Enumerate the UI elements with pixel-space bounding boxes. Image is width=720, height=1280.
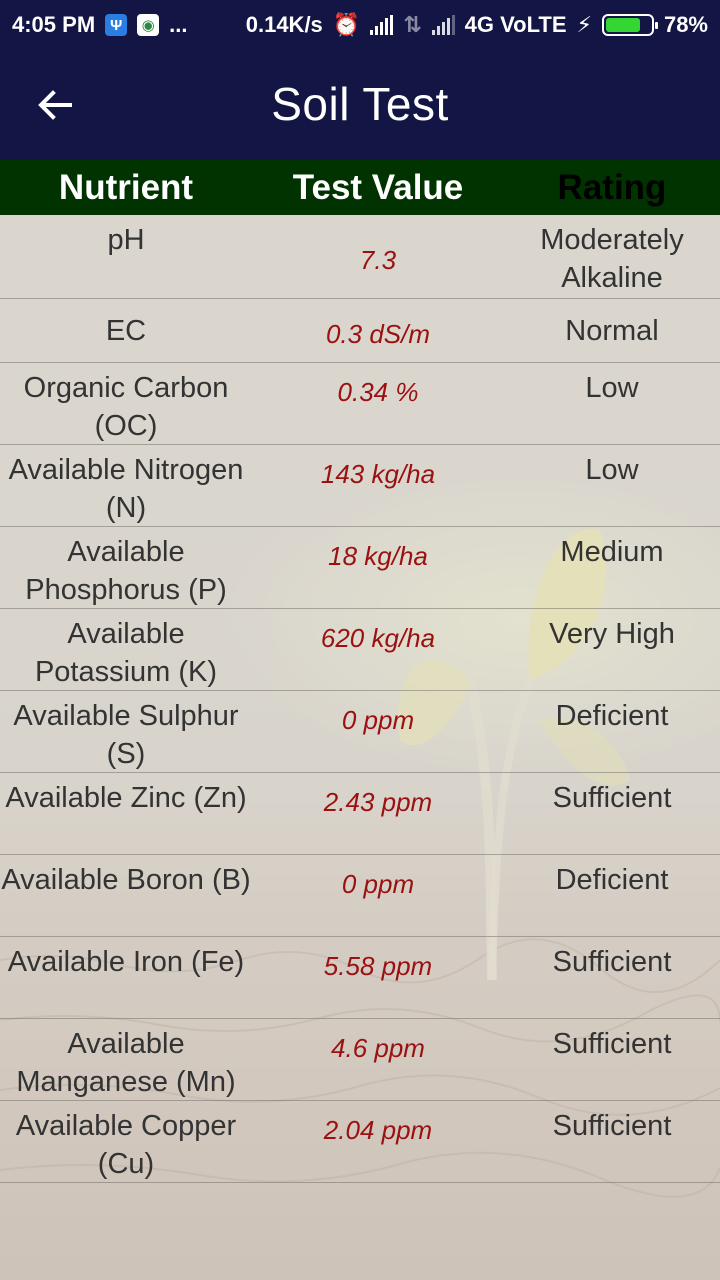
nutrient-cell: pH	[107, 224, 145, 256]
test-value-cell: 7.3	[359, 245, 397, 275]
nutrient-cell: Organic Carbon (OC)	[23, 372, 229, 442]
battery-percent: 78%	[663, 12, 708, 37]
nutrient-cell: Available Iron (Fe)	[7, 946, 245, 978]
test-value-cell: 620 kg/ha	[320, 623, 436, 653]
table-row: Available Copper (Cu) 2.04 ppm Sufficient	[0, 1101, 720, 1183]
test-value-cell: 18 kg/ha	[328, 541, 428, 571]
table-row: EC 0.3 dS/m Normal	[0, 299, 720, 363]
table-row: pH 7.3 Moderately Alkaline	[0, 215, 720, 299]
rating-cell: Medium	[560, 536, 664, 568]
table-row: Available Zinc (Zn) 2.43 ppm Sufficient	[0, 773, 720, 855]
status-bar: 4:05 PM Ψ ◉ ... 0.14K/s ⏰ ⇅ 4G VoLTE ⚡ 7…	[0, 0, 720, 50]
nutrient-cell: Available Phosphorus (P)	[25, 536, 227, 606]
net-speed: 0.14K/s	[245, 12, 323, 37]
status-time: 4:05 PM	[12, 12, 96, 37]
header-rating: Rating	[557, 167, 667, 207]
test-value-cell: 5.58 ppm	[323, 951, 433, 981]
table-row: Available Sulphur (S) 0 ppm Deficient	[0, 691, 720, 773]
more-notifications: ...	[169, 12, 188, 37]
header-test-value: Test Value	[292, 167, 464, 207]
table-row: Available Boron (B) 0 ppm Deficient	[0, 855, 720, 937]
data-arrows-icon: ⇅	[403, 12, 422, 37]
rating-cell: Moderately Alkaline	[540, 224, 684, 294]
table-row: Available Manganese (Mn) 4.6 ppm Sufficien…	[0, 1019, 720, 1101]
rating-cell: Very High	[549, 618, 675, 650]
signal-icon	[370, 15, 394, 35]
rating-cell: Low	[585, 372, 639, 404]
network-type: 4G VoLTE	[464, 12, 567, 37]
rating-cell: Deficient	[555, 864, 669, 896]
alarm-icon: ⏰	[332, 12, 361, 37]
test-value-cell: 143 kg/ha	[320, 459, 436, 489]
test-value-cell: 2.43 ppm	[323, 787, 433, 817]
table-row: Available Potassium (K) 620 kg/ha Very Hig…	[0, 609, 720, 691]
test-value-cell: 0 ppm	[341, 705, 415, 735]
nutrient-cell: Available Manganese (Mn)	[16, 1028, 236, 1098]
nutrient-cell: Available Zinc (Zn)	[5, 782, 247, 814]
nutrient-cell: Available Sulphur (S)	[13, 700, 239, 770]
test-value-cell: 0.3 dS/m	[325, 319, 431, 349]
test-value-cell: 2.04 ppm	[323, 1115, 433, 1145]
table-row: Organic Carbon (OC) 0.34 % Low	[0, 363, 720, 445]
rating-cell: Sufficient	[552, 782, 672, 814]
rating-cell: Sufficient	[552, 1110, 672, 1142]
test-value-cell: 4.6 ppm	[331, 1033, 425, 1063]
nutrient-cell: Available Copper (Cu)	[15, 1110, 237, 1180]
soil-test-table: Nutrient Test Value Rating pH 7.3 Moderate…	[0, 160, 720, 1183]
rating-cell: Sufficient	[552, 946, 672, 978]
table-body: pH 7.3 Moderately Alkaline EC 0.3 dS/m Normal…	[0, 215, 720, 1183]
rating-cell: Normal	[565, 315, 659, 347]
table-row: Available Iron (Fe) 5.58 ppm Sufficient	[0, 937, 720, 1019]
table-row: Available Nitrogen (N) 143 kg/ha Low	[0, 445, 720, 527]
usb-icon: Ψ	[105, 14, 128, 36]
rating-cell: Deficient	[555, 700, 669, 732]
test-value-cell: 0 ppm	[341, 869, 415, 899]
app-bar: Soil Test	[0, 50, 720, 160]
maps-icon: ◉	[137, 14, 160, 36]
nutrient-cell: Available Potassium (K)	[34, 618, 218, 688]
table-row: Available Phosphorus (P) 18 kg/ha Medium	[0, 527, 720, 609]
rating-cell: Sufficient	[552, 1028, 672, 1060]
rating-cell: Low	[585, 454, 639, 486]
table-header: Nutrient Test Value Rating	[0, 160, 720, 215]
nutrient-cell: EC	[105, 315, 147, 347]
signal-icon	[431, 15, 455, 35]
header-nutrient: Nutrient	[58, 167, 194, 207]
test-value-cell: 0.34 %	[337, 377, 419, 407]
charging-icon: ⚡	[576, 12, 592, 37]
nutrient-cell: Available Boron (B)	[1, 864, 251, 896]
battery-icon	[601, 14, 658, 36]
nutrient-cell: Available Nitrogen (N)	[8, 454, 244, 524]
page-title: Soil Test	[271, 78, 449, 130]
